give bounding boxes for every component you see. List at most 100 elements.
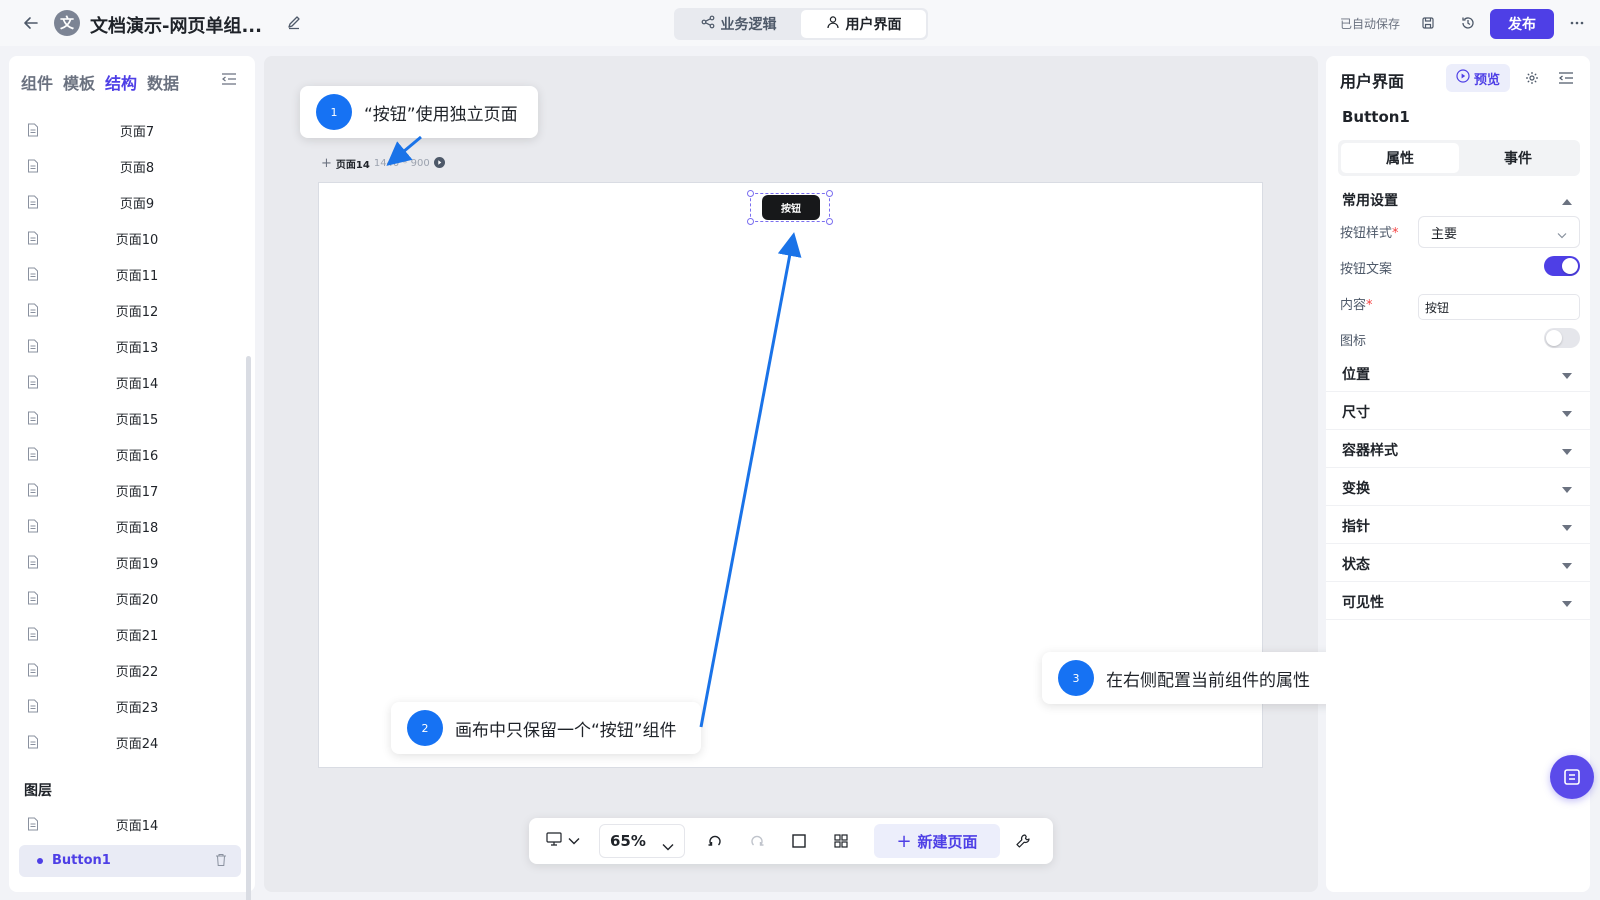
canvas-page-tag: + 页面14 1440 * 900 [321, 156, 445, 171]
section-common-settings[interactable]: 常用设置 [1326, 180, 1590, 218]
section-header[interactable]: 状态 [1326, 544, 1590, 582]
collapse-panel-icon[interactable] [221, 72, 237, 90]
save-icon[interactable] [1418, 13, 1438, 33]
callout-number: 3 [1058, 660, 1094, 696]
back-arrow-icon[interactable] [20, 12, 42, 34]
ai-assistant-button[interactable] [1550, 755, 1594, 799]
frame-icon[interactable] [789, 831, 809, 851]
section-header[interactable]: 变换 [1326, 468, 1590, 506]
button-style-select[interactable]: 主要 [1418, 216, 1580, 248]
plus-icon: + [896, 830, 912, 852]
section-label: 可见性 [1342, 595, 1384, 611]
button-text-label: 按钮文案 [1340, 262, 1393, 277]
play-icon[interactable] [433, 156, 445, 171]
settings-gear-icon[interactable] [1522, 68, 1542, 88]
tab-structure[interactable]: 结构 [105, 70, 137, 94]
caret-down-icon [1562, 558, 1572, 573]
page-list-item[interactable]: 页面10 [9, 220, 255, 256]
page-list-item[interactable]: 页面15 [9, 400, 255, 436]
left-panel-tabs: 组件 模板 结构 数据 [21, 70, 179, 94]
property-tabs: 属性 事件 [1338, 140, 1580, 176]
resize-handle[interactable] [747, 218, 754, 225]
resize-handle[interactable] [826, 190, 833, 197]
preview-label: 预览 [1473, 72, 1500, 88]
page-list-item[interactable]: 页面17 [9, 472, 255, 508]
add-icon[interactable]: + [321, 156, 332, 171]
page-list-item[interactable]: 页面23 [9, 688, 255, 724]
section-label: 变换 [1342, 481, 1370, 497]
caret-down-icon [1562, 368, 1572, 383]
new-page-button[interactable]: + 新建页面 [874, 824, 1000, 858]
layer-page-item[interactable]: 页面14 [9, 806, 255, 842]
page-list-item[interactable]: 页面20 [9, 580, 255, 616]
page-list-item-label: 页面11 [115, 268, 159, 284]
icon-toggle[interactable] [1544, 328, 1580, 348]
wrench-icon[interactable] [1013, 831, 1033, 851]
tab-user-interface[interactable]: 用户界面 [801, 10, 926, 38]
redo-icon[interactable] [747, 831, 767, 851]
zoom-select[interactable]: 65% [599, 824, 685, 858]
page-list-item[interactable]: 页面24 [9, 724, 255, 760]
tab-properties[interactable]: 属性 [1341, 143, 1459, 173]
section-header[interactable]: 位置 [1326, 354, 1590, 392]
page-list-item-label: 页面12 [115, 304, 159, 320]
callout-text: 在右侧配置当前组件的属性 [1106, 670, 1310, 691]
page-list-item-label: 页面7 [119, 124, 155, 140]
page-list-item[interactable]: 页面11 [9, 256, 255, 292]
resize-handle[interactable] [826, 218, 833, 225]
page-list-item[interactable]: 页面12 [9, 292, 255, 328]
tab-business-logic[interactable]: 业务逻辑 [676, 10, 801, 38]
tab-components[interactable]: 组件 [21, 70, 53, 94]
autosave-status: 已自动保存 [1340, 17, 1401, 31]
callout-3: 3 在右侧配置当前组件的属性 [1042, 652, 1340, 704]
layer-page-label: 页面14 [115, 818, 159, 834]
section-header[interactable]: 尺寸 [1326, 392, 1590, 430]
section-header[interactable]: 指针 [1326, 506, 1590, 544]
component-name: Button1 [1342, 108, 1410, 126]
toggle-knob [1562, 258, 1578, 274]
content-input[interactable] [1418, 294, 1580, 320]
tab-templates[interactable]: 模板 [63, 70, 95, 94]
page-list-item[interactable]: 页面19 [9, 544, 255, 580]
trash-icon[interactable] [215, 853, 227, 871]
grid-icon[interactable] [831, 831, 851, 851]
callout-text: “按钮”使用独立页面 [364, 104, 518, 125]
chevron-down-icon [662, 837, 674, 855]
history-icon[interactable] [1458, 13, 1478, 33]
preview-button[interactable]: 预览 [1446, 64, 1510, 92]
page-list-item[interactable]: 页面8 [9, 148, 255, 184]
page-list-item[interactable]: 页面13 [9, 328, 255, 364]
tab-business-logic-label: 业务逻辑 [720, 17, 777, 33]
page-list-item[interactable]: 页面18 [9, 508, 255, 544]
right-panel: 用户界面 预览 Button1 属性 事件 常用设置 按钮样式* 主要 按钮文案… [1326, 56, 1590, 892]
page-list-item-label: 页面13 [115, 340, 159, 356]
page-list-item[interactable]: 页面7 [9, 112, 255, 148]
button-text-toggle[interactable] [1544, 256, 1580, 276]
page-list-item[interactable]: 页面16 [9, 436, 255, 472]
page-list-item[interactable]: 页面22 [9, 652, 255, 688]
page-list-item-label: 页面20 [115, 592, 159, 608]
page-list-item[interactable]: 页面9 [9, 184, 255, 220]
outline-icon[interactable] [1556, 68, 1576, 88]
page-list-item-label: 页面16 [115, 448, 159, 464]
icon-label: 图标 [1340, 334, 1367, 349]
button-style-value: 主要 [1431, 226, 1458, 242]
app-avatar: 文 [54, 10, 80, 36]
publish-button[interactable]: 发布 [1490, 9, 1554, 39]
page-list-item[interactable]: 页面21 [9, 616, 255, 652]
edit-title-icon[interactable] [286, 14, 304, 32]
resize-handle[interactable] [747, 190, 754, 197]
new-page-label: 新建页面 [917, 832, 978, 851]
tab-data[interactable]: 数据 [147, 70, 179, 94]
undo-icon[interactable] [705, 831, 725, 851]
more-icon[interactable] [1567, 13, 1587, 33]
device-selector[interactable] [543, 831, 583, 851]
tab-events[interactable]: 事件 [1459, 143, 1577, 173]
section-header[interactable]: 容器样式 [1326, 430, 1590, 468]
layer-item-button1[interactable]: Button1 [19, 845, 241, 877]
caret-up-icon [1562, 194, 1572, 209]
callout-1: 1 “按钮”使用独立页面 [300, 86, 538, 138]
section-header[interactable]: 可见性 [1326, 582, 1590, 620]
page-list-item[interactable]: 页面14 [9, 364, 255, 400]
canvas-button-component[interactable]: 按钮 [762, 195, 820, 220]
